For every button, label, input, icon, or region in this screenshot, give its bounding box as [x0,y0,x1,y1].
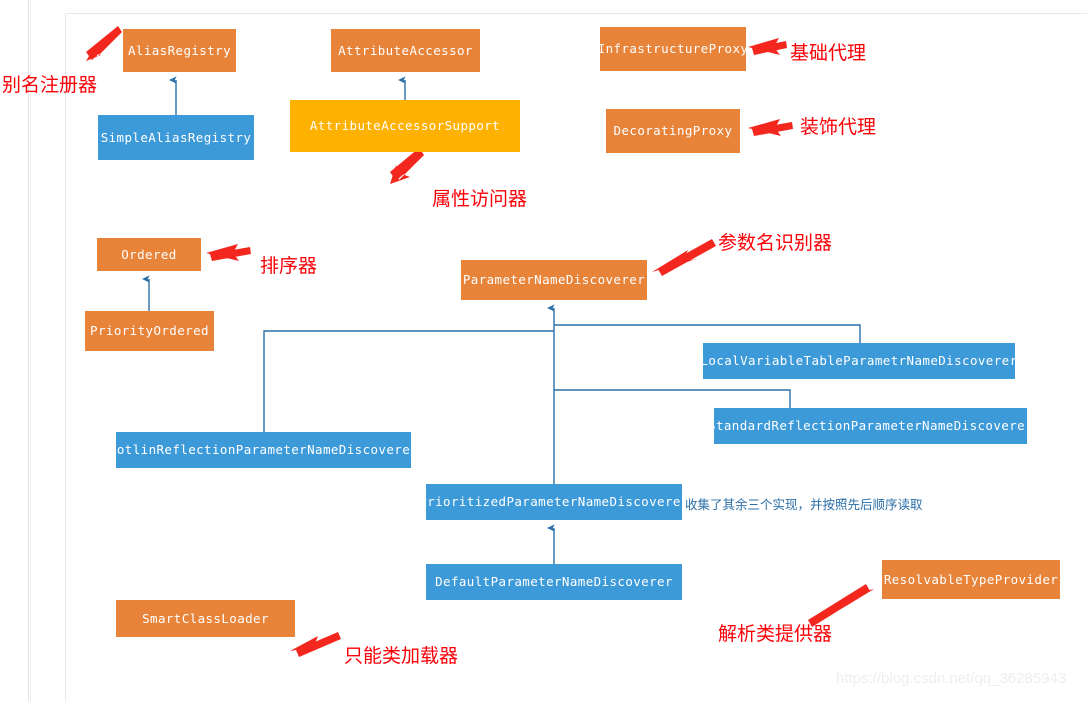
annotation-sorter: 排序器 [260,255,318,277]
node-parameter-name-discoverer[interactable]: ParameterNameDiscoverer [461,260,647,300]
page-edge-rule-left [28,0,29,701]
node-local-variable-table-parameter-name-discoverer[interactable]: LocalVariableTableParametrNameDiscoverer [700,343,1017,379]
node-simple-alias-registry[interactable]: SimpleAliasRegistry [98,115,254,160]
node-standard-reflection-parameter-name-discoverer[interactable]: StandardReflectionParameterNameDiscovere… [708,408,1033,444]
annotation-infrastructure-proxy: 基础代理 [790,42,867,64]
note-prioritized-discoverer: 收集了其余三个实现，并按照先后顺序读取 [685,497,923,512]
diagram-canvas: AliasRegistry SimpleAliasRegistry Attrib… [0,0,1088,701]
annotation-parameter-name-identifier: 参数名识别器 [718,232,833,254]
node-prioritized-parameter-name-discoverer[interactable]: PrioritizedParameterNameDiscoverer [419,484,688,520]
page-edge-rule-inner [30,0,31,701]
annotation-alias-registrar: 别名注册器 [2,74,98,96]
annotation-type-provider: 解析类提供器 [718,623,833,645]
node-priority-ordered[interactable]: PriorityOrdered [85,311,214,351]
node-decorating-proxy[interactable]: DecoratingProxy [606,109,740,153]
node-kotlin-reflection-parameter-name-discoverer[interactable]: KotlinReflectionParameterNameDiscoverer [109,432,418,468]
node-alias-registry[interactable]: AliasRegistry [123,29,236,72]
annotation-class-loader: 只能类加载器 [344,645,459,667]
node-attribute-accessor-support[interactable]: AttributeAccessorSupport [290,100,520,152]
annotation-attribute-accessor: 属性访问器 [432,188,528,210]
node-ordered[interactable]: Ordered [97,238,201,271]
node-resolvable-type-provider[interactable]: ResolvableTypeProvider [882,560,1060,599]
annotation-decorating-proxy: 装饰代理 [800,116,877,138]
node-default-parameter-name-discoverer[interactable]: DefaultParameterNameDiscoverer [426,564,682,600]
node-smart-class-loader[interactable]: SmartClassLoader [116,600,295,637]
node-infrastructure-proxy[interactable]: InfrastructureProxy [598,27,748,71]
watermark: https://blog.csdn.net/qq_36285943 [836,670,1067,687]
node-attribute-accessor[interactable]: AttributeAccessor [331,29,480,72]
